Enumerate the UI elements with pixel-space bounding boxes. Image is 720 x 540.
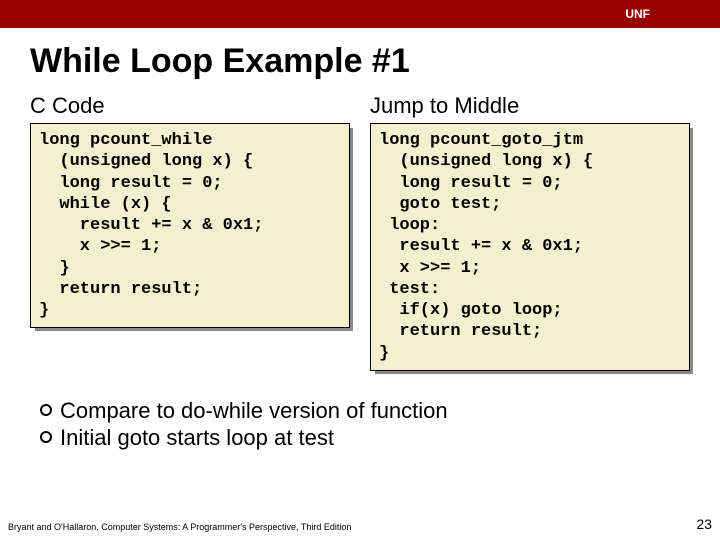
bullet-icon [40, 431, 52, 443]
footer: Bryant and O'Hallaron, Computer Systems:… [8, 516, 712, 532]
list-item: Initial goto starts loop at test [40, 424, 720, 452]
bullet-text: Compare to do-while version of function [60, 397, 448, 425]
left-heading: C Code [30, 93, 350, 119]
bullet-list: Compare to do-while version of function … [40, 397, 720, 452]
right-heading: Jump to Middle [370, 93, 690, 119]
columns: C Code long pcount_while (unsigned long … [0, 93, 720, 371]
right-codebox: long pcount_goto_jtm (unsigned long x) {… [370, 123, 690, 371]
bullet-icon [40, 404, 52, 416]
citation: Bryant and O'Hallaron, Computer Systems:… [8, 522, 351, 532]
right-code: long pcount_goto_jtm (unsigned long x) {… [370, 123, 690, 371]
page-number: 23 [696, 516, 712, 532]
header-band: UNF [0, 0, 720, 28]
left-column: C Code long pcount_while (unsigned long … [30, 93, 350, 371]
brand-label: UNF [625, 7, 650, 21]
left-codebox: long pcount_while (unsigned long x) { lo… [30, 123, 350, 328]
slide-title: While Loop Example #1 [30, 42, 720, 81]
left-code: long pcount_while (unsigned long x) { lo… [30, 123, 350, 328]
bullet-text: Initial goto starts loop at test [60, 424, 334, 452]
list-item: Compare to do-while version of function [40, 397, 720, 425]
right-column: Jump to Middle long pcount_goto_jtm (uns… [370, 93, 690, 371]
